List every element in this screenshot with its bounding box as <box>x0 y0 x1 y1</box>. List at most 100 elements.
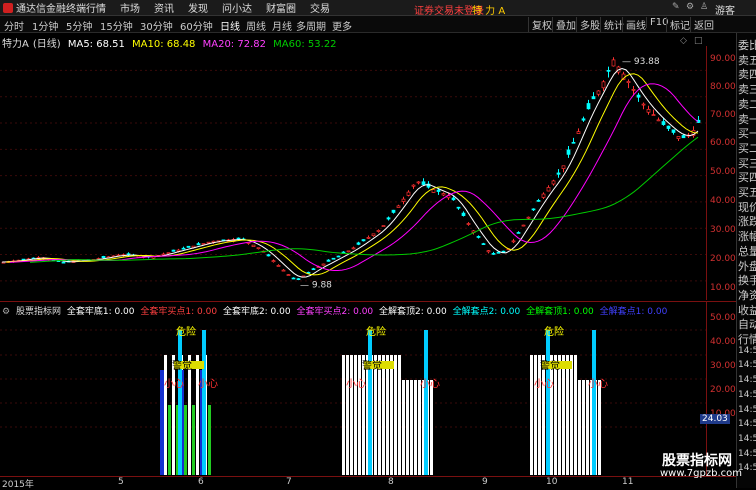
tab-period-multi[interactable]: 多周期 <box>296 18 326 33</box>
candle-body <box>631 89 636 91</box>
candle-body <box>531 208 536 211</box>
candle-body <box>386 217 391 220</box>
candle-body <box>541 193 546 198</box>
white-bar <box>398 355 401 475</box>
candle-body <box>166 252 171 255</box>
expand-icon[interactable]: ◇ <box>680 36 687 46</box>
menu-item-news[interactable]: 资讯 <box>154 0 174 15</box>
candle-body <box>356 242 361 245</box>
settings-icon[interactable]: ⚙ <box>686 2 694 12</box>
indicator-current-value: 24.03 <box>700 414 730 424</box>
candle-body <box>61 261 66 264</box>
back-button[interactable]: 返回 <box>690 17 717 32</box>
guest-label[interactable]: 游客 <box>715 2 735 17</box>
candle-body <box>466 223 471 225</box>
menu-item-ask[interactable]: 问小达 <box>222 0 252 15</box>
green-bar <box>168 405 171 475</box>
close-chart-icon[interactable]: □ <box>694 36 703 46</box>
careful-tag: 小心 <box>346 378 366 390</box>
candle-body <box>406 191 411 196</box>
price-axis: 90.00 80.00 70.00 60.00 50.00 40.00 30.0… <box>706 46 737 300</box>
skin-icon[interactable]: ✎ <box>672 2 680 12</box>
candle-body <box>496 251 501 254</box>
draw-line-button[interactable]: 画线 <box>622 17 649 32</box>
sidebar-item: 14:50 <box>738 389 756 400</box>
indicator-tick: 40.00 <box>710 337 736 347</box>
tab-period-60min[interactable]: 60分钟 <box>180 18 213 33</box>
tab-period-monthly[interactable]: 月线 <box>272 18 292 33</box>
price-tick: 70.00 <box>710 110 736 120</box>
candle-body <box>291 277 296 280</box>
candle-body <box>481 243 486 245</box>
user-icon[interactable]: ♙ <box>700 2 708 12</box>
menu-item-wealth[interactable]: 财富圈 <box>266 0 296 15</box>
candle-body <box>421 181 426 185</box>
white-bar <box>582 380 585 475</box>
tab-period-timeshare[interactable]: 分时 <box>4 18 24 33</box>
white-bar <box>414 380 417 475</box>
white-bar <box>172 355 175 475</box>
overlay-button[interactable]: 叠加 <box>552 17 579 32</box>
candle-body <box>281 269 286 272</box>
watermark-title: 股票指标网 <box>662 453 732 469</box>
candle-body <box>326 259 331 262</box>
danger-tag: 危险 <box>176 325 196 338</box>
white-bar <box>530 355 533 475</box>
candle-body <box>566 149 571 155</box>
candle-body <box>251 244 256 247</box>
candle-body <box>536 200 541 202</box>
mark-button[interactable]: 标记 <box>666 17 693 32</box>
date-tick: 8 <box>388 477 394 487</box>
white-bar <box>538 355 541 475</box>
tab-period-5min[interactable]: 5分钟 <box>66 18 92 33</box>
indicator-tick: 30.00 <box>710 361 736 371</box>
candle-body <box>611 59 616 67</box>
cyan-bar <box>546 330 550 475</box>
sidebar-item: 14:50 <box>738 345 756 356</box>
sidebar-item: 卖四 <box>738 68 756 82</box>
candle-body <box>196 243 201 246</box>
white-bar <box>542 355 545 475</box>
white-bar <box>362 355 365 475</box>
menu-item-market[interactable]: 行情 <box>86 0 106 15</box>
candle-body <box>641 103 646 106</box>
careful-tag: 小心 <box>198 378 218 390</box>
white-bar <box>402 380 405 475</box>
candle-body <box>401 198 406 202</box>
white-bar <box>554 355 557 475</box>
date-tick: 2015年 <box>2 480 34 490</box>
candle-body <box>661 121 666 125</box>
tab-period-1min[interactable]: 1分钟 <box>32 18 58 33</box>
tab-period-more[interactable]: 更多 <box>332 18 352 33</box>
menu-item-markets[interactable]: 市场 <box>120 0 140 15</box>
indicator-chart[interactable]: 危险警觉小心 小心 危险警觉小心 小心 危险警觉小心 小心 <box>0 316 706 476</box>
sidebar-item: 14:50 <box>738 448 756 459</box>
candle-body <box>256 247 261 250</box>
sidebar-item: 净资 <box>738 288 756 302</box>
restore-rights-button[interactable]: 复权 <box>528 17 555 32</box>
candle-body <box>236 237 241 240</box>
white-bar <box>566 355 569 475</box>
sidebar-item: 买三 <box>738 156 756 170</box>
candlestick-chart[interactable]: — 93.88 — 9.88 <box>0 46 706 300</box>
white-bar <box>386 355 389 475</box>
menu-item-discover[interactable]: 发现 <box>188 0 208 15</box>
menu-item-trade[interactable]: 交易 <box>310 0 330 15</box>
sidebar-item: 涨跌 <box>738 215 756 229</box>
danger-tag: 危险 <box>544 325 564 338</box>
candle-body <box>461 212 466 216</box>
tab-period-15min[interactable]: 15分钟 <box>100 18 133 33</box>
candle-body <box>681 135 686 139</box>
panel-divider <box>0 301 736 302</box>
tab-period-weekly[interactable]: 周线 <box>246 18 266 33</box>
tab-period-daily[interactable]: 日线 <box>220 18 240 33</box>
low-price-label: — 9.88 <box>300 280 332 290</box>
multi-stock-button[interactable]: 多股 <box>576 17 603 32</box>
careful-tag: 小心 <box>420 378 440 390</box>
candle-body <box>266 254 271 257</box>
price-tick: 50.00 <box>710 167 736 177</box>
white-bar <box>598 380 601 475</box>
tab-period-30min[interactable]: 30分钟 <box>140 18 173 33</box>
white-bar <box>188 355 191 475</box>
sidebar-item: 买一 <box>738 127 756 141</box>
